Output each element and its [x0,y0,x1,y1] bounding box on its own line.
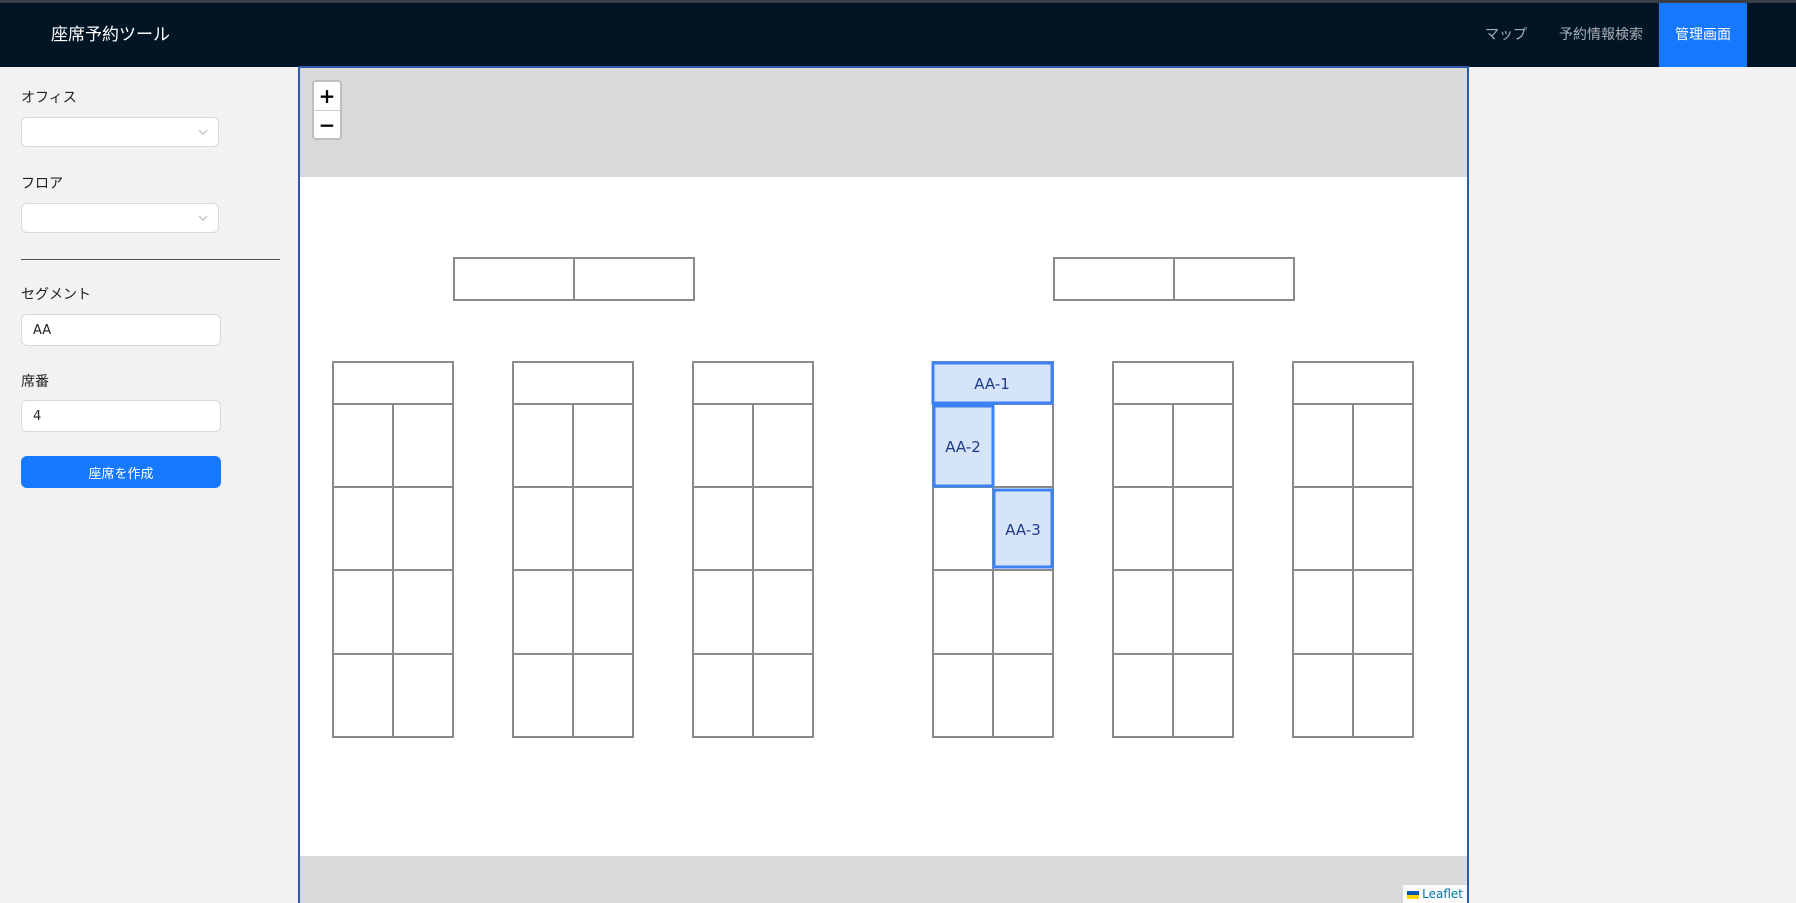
ukraine-flag-icon [1407,890,1420,899]
top-navbar: 座席予約ツール マップ 予約情報検索 管理画面 [0,3,1796,67]
app-title: 座席予約ツール [51,25,170,45]
leaflet-link[interactable]: Leaflet [1422,887,1463,901]
seat-AA-1[interactable]: AA-1 [931,361,1054,405]
nav-map[interactable]: マップ [1469,3,1543,67]
chevron-down-icon [198,215,208,221]
floor-plan-drawing: AA-1 AA-2 AA-3 [332,257,1414,738]
nav-admin[interactable]: 管理画面 [1659,3,1747,67]
seat-label: AA-1 [974,375,1010,393]
seat-number-input[interactable] [21,400,221,432]
zoom-out-button[interactable]: − [314,111,340,139]
office-select[interactable] [21,117,219,147]
chevron-down-icon [198,129,208,135]
floor-label: フロア [21,176,63,192]
seat-AA-2[interactable]: AA-2 [932,404,995,488]
floor-plan-image: AA-1 AA-2 AA-3 [300,177,1467,856]
seat-label: AA-2 [945,438,981,456]
nav-reservation-search[interactable]: 予約情報検索 [1543,3,1659,67]
segment-label: セグメント [21,287,91,303]
map-attribution: Leaflet [1403,885,1467,903]
floor-select[interactable] [21,203,219,233]
sidebar: オフィス フロア セグメント 席番 座席を作成 [0,67,298,903]
seat-label: AA-3 [1005,521,1041,539]
office-label: オフィス [21,90,77,106]
zoom-in-button[interactable]: + [314,82,340,111]
segment-input[interactable] [21,314,221,346]
zoom-control: + − [312,80,342,140]
seat-map[interactable]: AA-1 AA-2 AA-3 + − Leaflet [298,66,1469,903]
sidebar-divider [21,259,280,260]
create-seat-button[interactable]: 座席を作成 [21,456,221,488]
seat-AA-3[interactable]: AA-3 [992,488,1054,569]
seat-number-label: 席番 [21,374,49,390]
